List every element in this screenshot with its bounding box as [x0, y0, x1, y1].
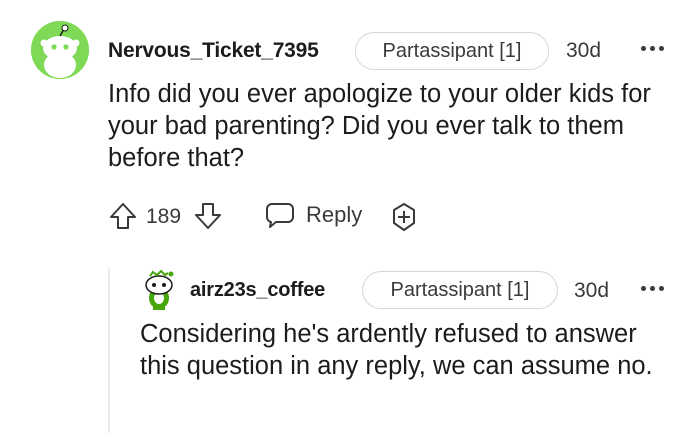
user-flair-badge: Partassipant [1]: [355, 32, 549, 70]
comment-thread: Nervous_Ticket_7395 Partassipant [1] 30d…: [0, 0, 700, 433]
reply-body: Considering he's ardently refused to ans…: [140, 320, 653, 380]
reply-age: 30d: [574, 279, 610, 302]
vote-count: 189: [146, 205, 182, 228]
award-plus-icon: [393, 203, 415, 231]
comment-body: Info did you ever apologize to your olde…: [108, 80, 651, 172]
arrow-down-icon: [195, 203, 221, 229]
more-dots-icon[interactable]: [641, 46, 664, 51]
user-avatar[interactable]: [31, 21, 89, 79]
snoo-avatar-icon: [145, 269, 174, 310]
reply-user-avatar[interactable]: [140, 268, 178, 310]
reply-flair-text: Partassipant [1]: [390, 278, 530, 301]
upvote-button[interactable]: [108, 201, 138, 231]
thread-line[interactable]: [108, 268, 110, 433]
flair-text: Partassipant [1]: [382, 39, 522, 62]
arrow-up-icon: [110, 203, 136, 229]
reply-flair-badge: Partassipant [1]: [362, 271, 558, 309]
snoo-avatar-icon: [31, 21, 89, 79]
reply-username[interactable]: airz23s_coffee: [190, 279, 325, 302]
comment-age: 30d: [566, 39, 602, 62]
speech-bubble-icon: [266, 203, 294, 228]
reply-button[interactable]: Reply: [264, 200, 362, 230]
award-button[interactable]: [388, 201, 420, 233]
comment-username[interactable]: Nervous_Ticket_7395: [108, 39, 319, 63]
downvote-button[interactable]: [193, 201, 223, 231]
more-dots-icon[interactable]: [641, 286, 664, 291]
reply-label: Reply: [306, 202, 363, 227]
